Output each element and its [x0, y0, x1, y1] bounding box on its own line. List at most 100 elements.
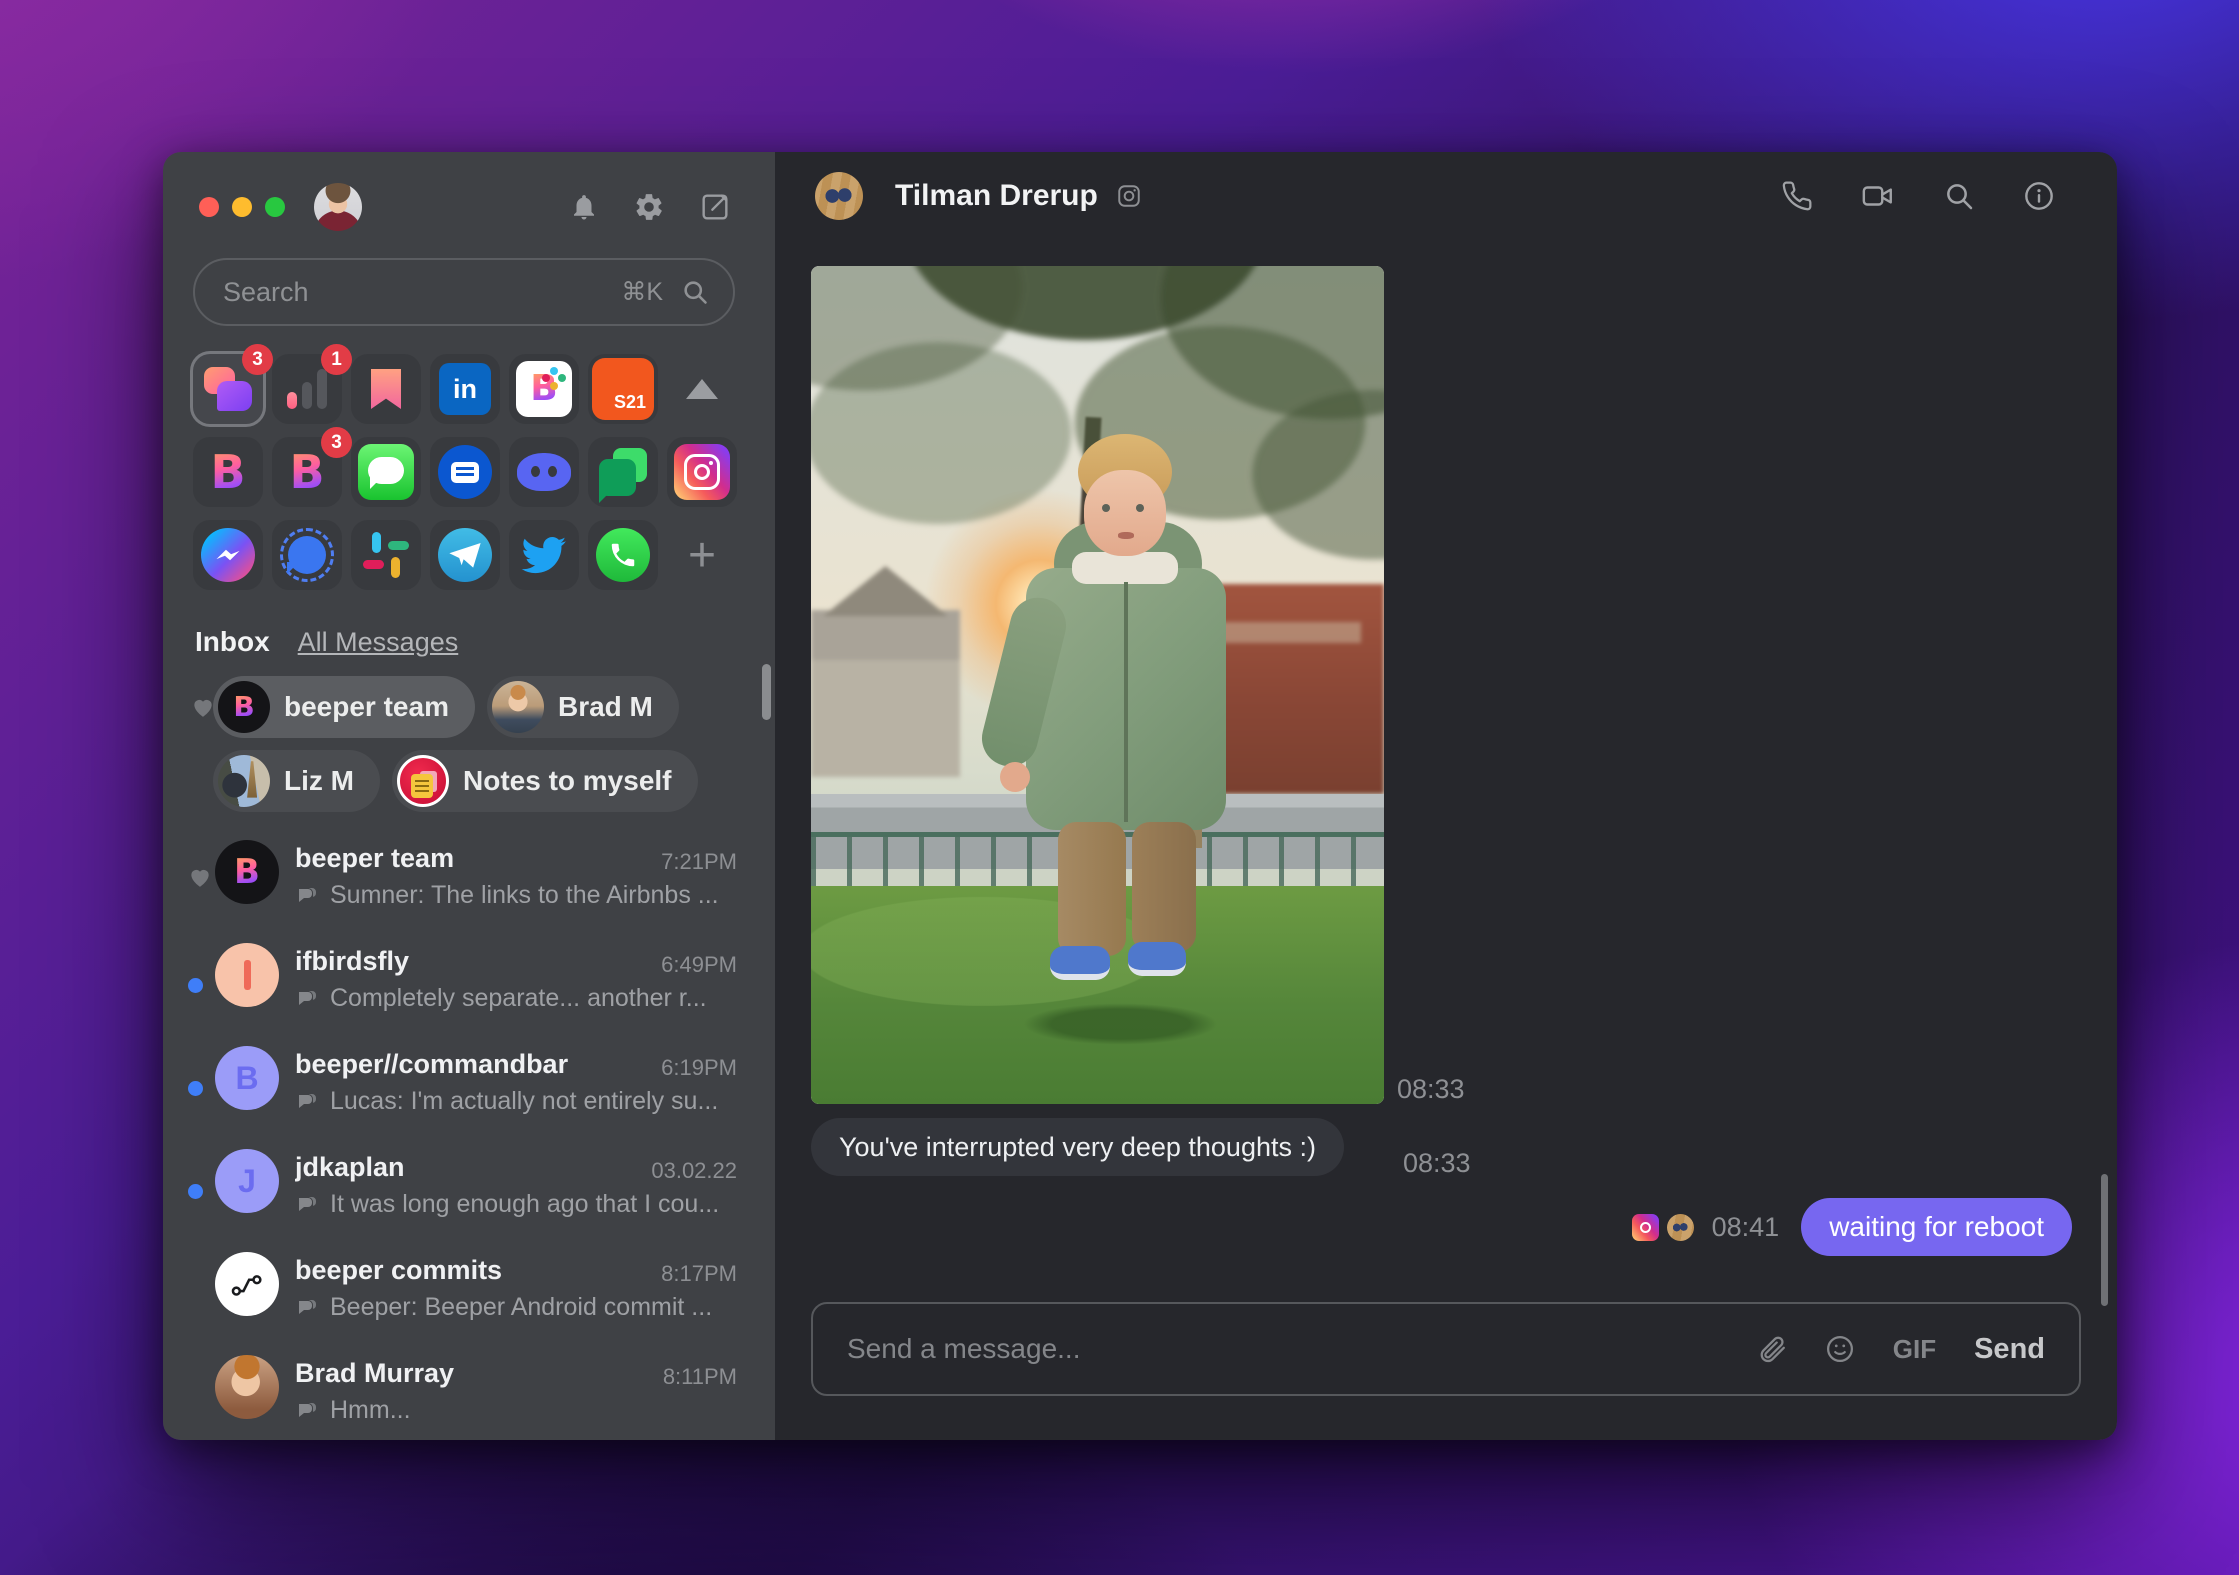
favorite-chip-beeper-team[interactable]: B beeper team [213, 676, 475, 738]
avatar: B [215, 840, 279, 904]
chat-preview-icon [299, 1196, 316, 1211]
profile-avatar[interactable] [314, 183, 362, 231]
avatar [215, 943, 279, 1007]
message-timestamp: 08:33 [1403, 1148, 1471, 1178]
emoji-icon[interactable] [1825, 1334, 1855, 1364]
outgoing-message-bubble[interactable]: waiting for reboot [1801, 1198, 2072, 1256]
incoming-message-bubble[interactable]: You've interrupted very deep thoughts :) [811, 1118, 1344, 1176]
chat-preview-icon [299, 990, 316, 1005]
chat-list-item[interactable]: ifbirdsfly 6:49PM Completely separate...… [163, 941, 775, 1044]
network-tile-twitter[interactable] [509, 520, 579, 590]
network-tile-beeper-slack[interactable]: B [509, 354, 579, 424]
sidebar-scrollbar[interactable] [762, 664, 771, 720]
network-tile-signal[interactable] [272, 520, 342, 590]
favorite-chip-notes[interactable]: Notes to myself [392, 750, 698, 812]
sidebar: ⌘K 3 1 [163, 152, 775, 1440]
chat-preview-icon [299, 887, 316, 902]
telegram-icon [438, 528, 492, 582]
paperclip-icon[interactable] [1757, 1334, 1787, 1364]
beeper-icon: B [210, 445, 246, 499]
android-messages-icon [438, 445, 492, 499]
search-bar: ⌘K [193, 258, 735, 326]
commit-graph-icon [231, 1275, 262, 1296]
messenger-icon [201, 528, 255, 582]
favorite-chip-liz-m[interactable]: Liz M [213, 750, 380, 812]
unread-badge: 3 [321, 427, 352, 458]
unread-dot [188, 1081, 203, 1096]
chat-panel: Tilman Drerup 08:33 You've interrupted v… [775, 152, 2117, 1440]
beeper-slack-icon: B [516, 361, 572, 417]
network-tile-instagram[interactable] [667, 437, 737, 507]
phone-icon[interactable] [1781, 180, 1813, 212]
chat-list-item[interactable]: B beeper team 7:21PM Sumner: The links t… [163, 838, 775, 941]
zoom-button[interactable] [265, 197, 285, 217]
favorites: B beeper team Brad M Liz M Notes to myse… [163, 676, 775, 812]
network-tile-s21[interactable]: S21 [588, 354, 658, 424]
message-timestamp: 08:41 [1711, 1211, 1780, 1242]
close-button[interactable] [199, 197, 219, 217]
collapse-networks-button[interactable] [667, 354, 737, 424]
network-tile-imessage[interactable] [351, 437, 421, 507]
network-tile-bookmarks[interactable] [351, 354, 421, 424]
chat-preview-icon [299, 1402, 316, 1417]
message-input[interactable] [847, 1333, 1719, 1365]
info-icon[interactable] [2023, 180, 2055, 212]
gif-button[interactable]: GIF [1893, 1334, 1936, 1365]
avatar [491, 681, 544, 733]
chat-list-item[interactable]: B beeper//commandbar 6:19PM Lucas: I'm a… [163, 1044, 775, 1147]
unread-dot [188, 1184, 203, 1199]
signal-icon [280, 528, 334, 582]
search-input[interactable] [223, 276, 622, 308]
chat-list-item[interactable]: J jdkaplan 03.02.22 It was long enough a… [163, 1147, 775, 1250]
avatar [215, 1355, 279, 1419]
compose-icon[interactable] [699, 191, 731, 223]
tab-all-messages[interactable]: All Messages [298, 627, 459, 658]
inbox-tabs: Inbox All Messages [195, 626, 775, 658]
network-tile-beeper[interactable]: B [193, 437, 263, 507]
chat-scrollbar[interactable] [2101, 1174, 2108, 1306]
network-tile-whatsapp[interactable] [588, 520, 658, 590]
search-icon[interactable] [1943, 180, 1975, 212]
photo-toddler [975, 426, 1246, 1046]
network-tile-low-priority[interactable]: 1 [272, 344, 352, 424]
network-tile-slack[interactable] [351, 520, 421, 590]
network-tile-all-chats[interactable]: 3 [193, 344, 273, 424]
photo-message[interactable] [811, 266, 1384, 1104]
notes-icon [397, 755, 449, 807]
video-icon[interactable] [1861, 179, 1895, 213]
network-tile-beeper-2[interactable]: B 3 [272, 427, 352, 507]
add-network-button[interactable]: + [667, 520, 737, 590]
avatar: J [215, 1149, 279, 1213]
gear-icon[interactable] [633, 191, 665, 223]
desktop-wallpaper: ⌘K 3 1 [0, 0, 2239, 1575]
instagram-icon [674, 444, 730, 500]
twitter-icon [521, 537, 566, 574]
message-composer: GIF Send [811, 1302, 2081, 1396]
search-shortcut: ⌘K [621, 278, 663, 306]
bell-icon[interactable] [569, 192, 599, 222]
send-button[interactable]: Send [1974, 1333, 2045, 1366]
network-tile-discord[interactable] [509, 437, 579, 507]
imessage-icon [358, 444, 414, 500]
bookmark-icon [371, 369, 401, 409]
unread-dot [188, 978, 203, 993]
minimize-button[interactable] [232, 197, 252, 217]
chat-avatar[interactable] [815, 172, 863, 220]
network-tile-google-chat[interactable] [588, 437, 658, 507]
avatar [1666, 1213, 1694, 1241]
chat-list-item[interactable]: Brad Murray 8:11PM Hmm... [163, 1353, 775, 1440]
network-tile-telegram[interactable] [430, 520, 500, 590]
beeper-icon: B [289, 445, 325, 499]
avatar [218, 755, 270, 807]
network-tile-linkedin[interactable]: in [430, 354, 500, 424]
chat-list-item[interactable]: beeper commits 8:17PM Beeper: Beeper And… [163, 1250, 775, 1353]
avatar: B [215, 1046, 279, 1110]
network-tile-android-messages[interactable] [430, 437, 500, 507]
tab-inbox[interactable]: Inbox [195, 626, 270, 658]
avatar: B [218, 681, 270, 733]
chat-preview-icon [299, 1093, 316, 1108]
favorite-chip-brad-m[interactable]: Brad M [486, 676, 679, 738]
network-tile-messenger[interactable] [193, 520, 263, 590]
add-network-icon: + [687, 528, 717, 582]
beeper-window: ⌘K 3 1 [163, 152, 2117, 1440]
